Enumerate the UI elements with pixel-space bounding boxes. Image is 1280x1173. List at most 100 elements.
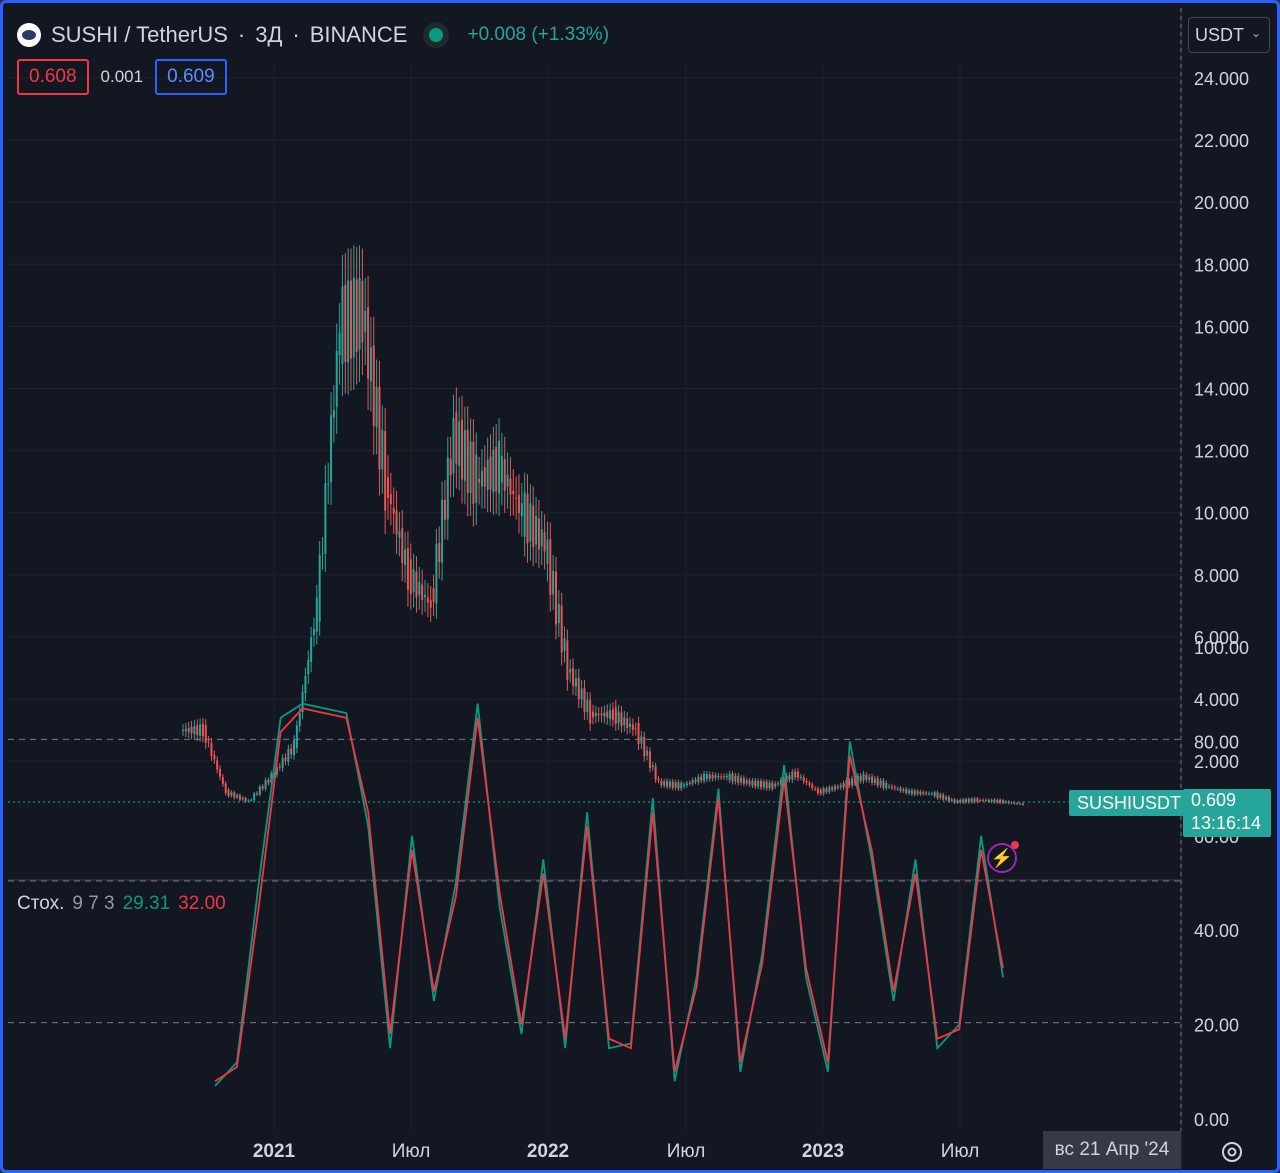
candle-body bbox=[899, 788, 902, 791]
candle-body bbox=[361, 281, 364, 343]
candle-body bbox=[862, 773, 865, 781]
candle-body bbox=[583, 688, 586, 712]
last-price-label: 0.609 13:16:14 bbox=[1183, 789, 1271, 837]
candle-body bbox=[196, 725, 199, 735]
candle-body bbox=[577, 677, 580, 700]
stoch-tick-label: 80.00 bbox=[1194, 732, 1239, 752]
candle-body bbox=[204, 725, 207, 743]
candle-body bbox=[566, 640, 569, 680]
lightning-icon[interactable]: ⚡ bbox=[987, 841, 1019, 873]
candle-body bbox=[868, 776, 871, 780]
candle-body bbox=[871, 776, 874, 783]
candle-body bbox=[509, 478, 512, 495]
pair-name[interactable]: SUSHI / TetherUS bbox=[51, 22, 228, 48]
candle-body bbox=[745, 780, 748, 784]
candle-body bbox=[341, 286, 344, 365]
candle-body bbox=[751, 780, 754, 786]
candle-body bbox=[463, 430, 466, 481]
stoch-tick-label: 0.00 bbox=[1194, 1110, 1229, 1130]
candle-body bbox=[771, 782, 774, 789]
interval[interactable]: 3Д bbox=[255, 22, 282, 48]
candle-body bbox=[569, 669, 572, 673]
gear-icon[interactable] bbox=[1217, 1137, 1247, 1167]
candle-body bbox=[418, 581, 421, 595]
candle-body bbox=[609, 710, 612, 719]
candle-body bbox=[295, 725, 298, 749]
candle-body bbox=[791, 771, 794, 780]
candle-body bbox=[335, 350, 338, 407]
candle-body bbox=[201, 723, 204, 737]
candle-body bbox=[535, 515, 538, 545]
chart-window: 24.000 22.000 20.000 18.000 16.000 14.000 12.0… bbox=[0, 0, 1280, 1173]
candle-body bbox=[822, 788, 825, 794]
bid-button[interactable]: 0.608 bbox=[17, 59, 89, 95]
candle-body bbox=[805, 780, 808, 783]
candle-body bbox=[543, 532, 546, 552]
candle-body bbox=[352, 277, 355, 358]
candle-body bbox=[799, 776, 802, 778]
candle-body bbox=[358, 278, 361, 350]
last-price: 0.609 bbox=[1191, 790, 1237, 810]
candle-body bbox=[589, 699, 592, 724]
candle-body bbox=[395, 510, 398, 535]
candle-body bbox=[694, 779, 697, 782]
candle-body bbox=[574, 678, 577, 687]
candle-body bbox=[230, 792, 233, 796]
candle-body bbox=[375, 386, 378, 427]
candle-body bbox=[318, 554, 321, 622]
candle-body bbox=[908, 790, 911, 794]
candle-body bbox=[293, 739, 296, 756]
candle-body bbox=[836, 786, 839, 788]
candle-body bbox=[640, 736, 643, 744]
candle-body bbox=[312, 629, 315, 636]
candle-body bbox=[372, 345, 375, 426]
time-tick-label: 2022 bbox=[527, 1141, 569, 1162]
candle-body bbox=[834, 786, 837, 790]
candle-body bbox=[290, 748, 293, 755]
candle-body bbox=[819, 789, 822, 794]
candle-body bbox=[344, 285, 347, 362]
candle-body bbox=[677, 782, 680, 789]
candle-body bbox=[355, 279, 358, 353]
candle-body bbox=[401, 528, 404, 564]
candle-body bbox=[449, 458, 452, 476]
candle-body bbox=[261, 786, 264, 789]
candle-body bbox=[489, 456, 492, 490]
ask-button[interactable]: 0.609 bbox=[155, 59, 227, 95]
candle-body bbox=[227, 789, 230, 796]
candle-body bbox=[683, 784, 686, 787]
candle-body bbox=[976, 798, 979, 802]
candle-body bbox=[842, 783, 845, 788]
candle-body bbox=[409, 559, 412, 595]
candle-body bbox=[458, 421, 461, 467]
candle-body bbox=[349, 280, 352, 359]
price-tick-label: 22.000 bbox=[1194, 131, 1249, 151]
candle-body bbox=[332, 409, 335, 418]
time-tick-label: Июл bbox=[941, 1141, 980, 1162]
candle-body bbox=[657, 778, 660, 781]
time-tick-label: 2021 bbox=[253, 1141, 296, 1162]
candle-body bbox=[740, 777, 743, 783]
candle-body bbox=[703, 773, 706, 781]
indicator-params: 9 7 3 bbox=[72, 893, 115, 914]
candle-body bbox=[238, 795, 241, 800]
candle-body bbox=[754, 780, 757, 787]
candle-body bbox=[475, 454, 478, 503]
candle-body bbox=[472, 441, 475, 504]
crosshair-date-label: вс 21 Апр '24 bbox=[1043, 1131, 1181, 1169]
currency-select[interactable]: USDT ⌄ bbox=[1188, 17, 1270, 53]
candle-body bbox=[298, 712, 301, 726]
candle-body bbox=[979, 799, 982, 801]
candle-body bbox=[797, 771, 799, 778]
candle-body bbox=[737, 775, 740, 783]
candle-body bbox=[327, 483, 330, 485]
candle-body bbox=[304, 675, 307, 693]
chart-canvas[interactable]: 24.000 22.000 20.000 18.000 16.000 14.000 12.0… bbox=[3, 3, 1280, 1173]
candle-body bbox=[1004, 801, 1007, 803]
candle-body bbox=[816, 788, 819, 794]
price-tick-label: 12.000 bbox=[1194, 442, 1249, 462]
stochastic-legend[interactable]: Стох. 9 7 3 29.31 32.00 bbox=[17, 893, 226, 915]
candle-body bbox=[714, 775, 717, 778]
candle-body bbox=[987, 799, 990, 802]
candle-body bbox=[765, 781, 768, 789]
